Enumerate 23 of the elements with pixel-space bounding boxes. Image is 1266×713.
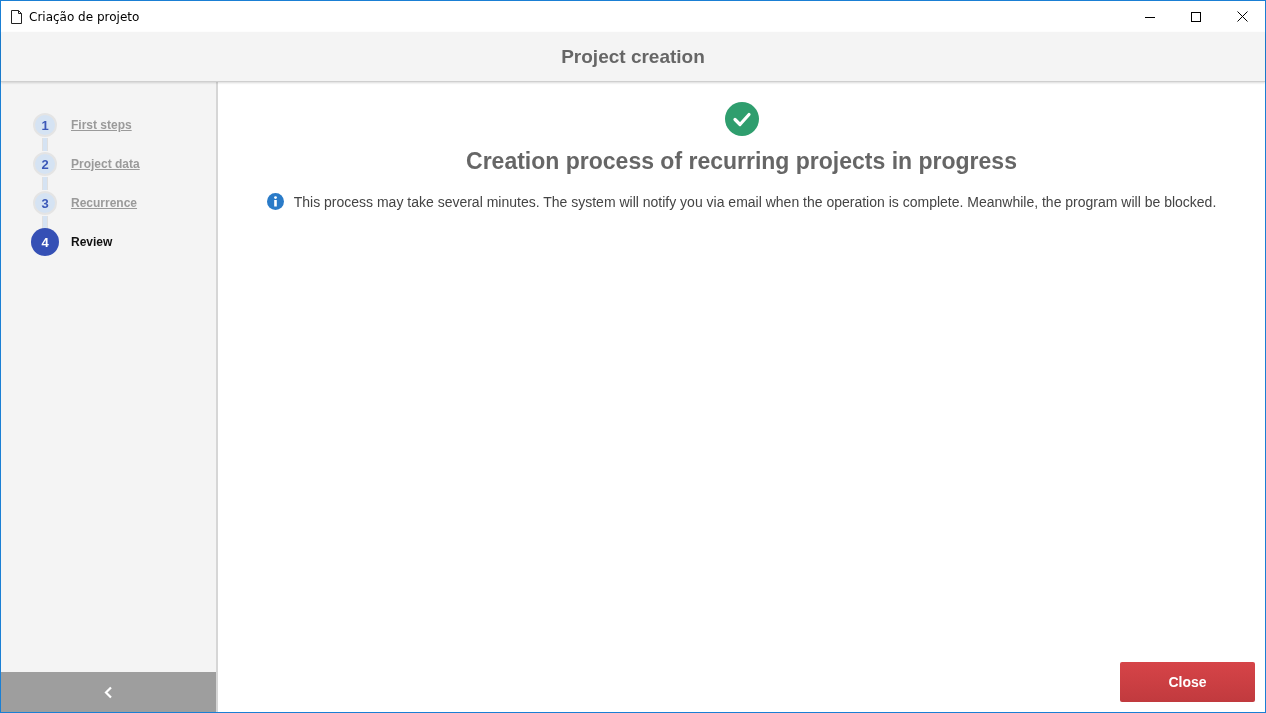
window-title: Criação de projeto [29, 9, 141, 24]
close-button[interactable]: Close [1120, 662, 1255, 702]
step-number: 4 [31, 228, 59, 256]
step-connector [42, 138, 48, 151]
step-connector [42, 216, 48, 229]
chevron-left-icon [104, 685, 113, 699]
maximize-icon [1191, 11, 1201, 22]
page-title: Project creation [561, 45, 705, 68]
step-number: 2 [33, 152, 57, 176]
step-label: Review [71, 235, 113, 249]
step-connector [42, 177, 48, 190]
check-circle-icon [724, 102, 759, 136]
step-link[interactable]: Project data [71, 157, 140, 171]
step-link[interactable]: Recurrence [71, 196, 138, 210]
collapse-button[interactable] [1, 672, 216, 712]
document-icon [11, 9, 22, 24]
info-message: This process may take several minutes. The system will notify you via email when the operation is complete. Meanwhile, the program will be blocked. [293, 193, 1217, 210]
step-link[interactable]: First steps [71, 118, 132, 132]
info-icon [266, 193, 284, 210]
step-number: 3 [33, 191, 57, 215]
close-icon [1236, 11, 1248, 22]
step-number: 1 [33, 113, 57, 137]
status-heading: Creation process of recurring projects in progress [466, 148, 1017, 175]
